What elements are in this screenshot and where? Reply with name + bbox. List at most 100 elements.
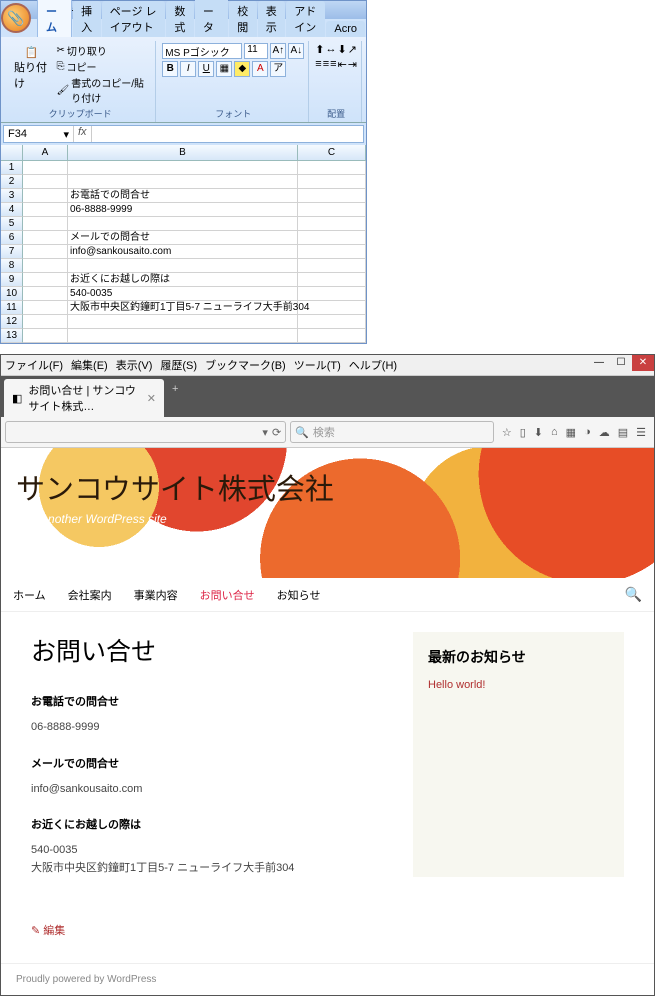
ribbon-tab[interactable]: ページ レイアウト [102,1,166,37]
cut-button[interactable]: ✂切り取り [57,43,152,58]
col-header-B[interactable]: B [68,145,298,160]
cell[interactable] [298,301,366,315]
row-header[interactable]: 1 [1,161,23,175]
paste-button[interactable]: 📋 貼り付け [9,43,55,105]
ribbon-tab[interactable]: 校閲 [229,1,257,37]
nav-item[interactable]: お知らせ [277,587,321,603]
cell[interactable] [298,231,366,245]
cell[interactable] [298,217,366,231]
cell[interactable]: お近くにお越しの際は [68,273,298,287]
ribbon-tab[interactable]: 数式 [166,1,194,37]
align-center-button[interactable]: ≡ [323,58,329,71]
cell[interactable]: 540-0035 [68,287,298,301]
cell[interactable] [298,259,366,273]
cell[interactable] [68,315,298,329]
menu-item[interactable]: ファイル(F) [5,357,63,373]
name-box[interactable]: F34▾ [4,126,74,142]
font-size-combo[interactable]: 11 [244,43,268,59]
font-color-button[interactable]: A [252,61,268,77]
site-title[interactable]: サンコウサイト株式会社 [16,466,639,508]
row-header[interactable]: 5 [1,217,23,231]
search-bar[interactable]: 🔍 検索 [290,421,494,443]
cell[interactable] [68,259,298,273]
cell[interactable] [23,273,68,287]
cell[interactable] [68,175,298,189]
close-button[interactable]: ✕ [632,355,654,371]
underline-button[interactable]: U [198,61,214,77]
office-button[interactable]: 📎 [1,3,31,33]
cell[interactable] [298,273,366,287]
library-icon[interactable]: ▤ [618,426,628,439]
browser-tab[interactable]: ◧ お問い合せ | サンコウサイト株式… ✕ [4,379,164,417]
cell[interactable] [298,175,366,189]
format-painter-button[interactable]: 🖌書式のコピー/貼り付け [57,75,152,105]
cell[interactable] [23,175,68,189]
cell[interactable] [23,329,68,343]
ribbon-tab[interactable]: 表示 [258,1,286,37]
shrink-font-button[interactable]: A↓ [288,43,304,59]
url-bar[interactable]: ▾ ⟳ [5,421,286,443]
align-right-button[interactable]: ≡ [330,58,336,71]
nav-item[interactable]: ホーム [13,587,46,603]
select-all-cell[interactable] [1,145,23,160]
menu-item[interactable]: ツール(T) [294,357,341,373]
footer[interactable]: Proudly powered by WordPress [1,963,654,995]
cell[interactable] [298,161,366,175]
bold-button[interactable]: B [162,61,178,77]
nav-item[interactable]: お問い合せ [200,587,255,603]
row-header[interactable]: 11 [1,301,23,315]
row-header[interactable]: 13 [1,329,23,343]
cell-grid[interactable]: 123お電話での問合せ406-8888-999956メールでの問合せ7info@… [1,161,366,343]
font-name-combo[interactable]: MS Pゴシック [162,43,242,59]
formula-input[interactable] [92,126,363,142]
sidebar-link[interactable]: Hello world! [428,679,485,691]
col-header-A[interactable]: A [23,145,68,160]
cell[interactable]: 06-8888-9999 [68,203,298,217]
grow-font-button[interactable]: A↑ [270,43,286,59]
cell[interactable] [298,329,366,343]
cell[interactable] [23,203,68,217]
indent-dec-button[interactable]: ⇤ [338,58,347,71]
home-icon[interactable]: ⌂ [551,426,558,439]
cell[interactable]: 大阪市中央区釣鐘町1丁目5-7 ニューライフ大手前304 [68,301,298,315]
edit-link[interactable]: ✎ 編集 [31,922,65,938]
col-header-C[interactable]: C [298,145,366,160]
nav-item[interactable]: 事業内容 [134,587,178,603]
fill-color-button[interactable]: ◆ [234,61,250,77]
indent-inc-button[interactable]: ⇥ [348,58,357,71]
menu-icon[interactable]: ☰ [636,426,646,439]
orientation-button[interactable]: ↗ [348,43,357,56]
row-header[interactable]: 10 [1,287,23,301]
new-tab-button[interactable]: + [164,379,186,417]
pocket-icon[interactable]: ▯ [520,426,526,439]
download-icon[interactable]: ⬇ [534,426,543,439]
ribbon-tab[interactable]: Acro [326,21,365,37]
cell[interactable] [23,245,68,259]
menu-item[interactable]: 編集(E) [71,357,108,373]
minimize-button[interactable]: — [588,355,610,371]
feed-icon[interactable]: ◑ [584,426,591,439]
menu-item[interactable]: ヘルプ(H) [349,357,397,373]
nav-search-icon[interactable]: 🔍 [625,586,642,603]
row-header[interactable]: 6 [1,231,23,245]
row-header[interactable]: 7 [1,245,23,259]
italic-button[interactable]: I [180,61,196,77]
ribbon-tab[interactable]: 挿入 [73,1,101,37]
nav-item[interactable]: 会社案内 [68,587,112,603]
cell[interactable] [23,189,68,203]
cell[interactable] [23,217,68,231]
cell[interactable] [23,287,68,301]
ribbon-tab[interactable]: データ [195,0,228,37]
maximize-button[interactable]: ☐ [610,355,632,371]
border-button[interactable]: ▦ [216,61,232,77]
cell[interactable] [23,301,68,315]
cell[interactable]: info@sankousaito.com [68,245,298,259]
cell[interactable] [68,161,298,175]
align-middle-button[interactable]: ↔ [326,43,337,56]
cell[interactable] [23,315,68,329]
menu-item[interactable]: 履歴(S) [160,357,197,373]
reload-icon[interactable]: ⟳ [272,426,281,439]
cell[interactable]: メールでの問合せ [68,231,298,245]
menu-item[interactable]: ブックマーク(B) [205,357,286,373]
cell[interactable] [23,231,68,245]
